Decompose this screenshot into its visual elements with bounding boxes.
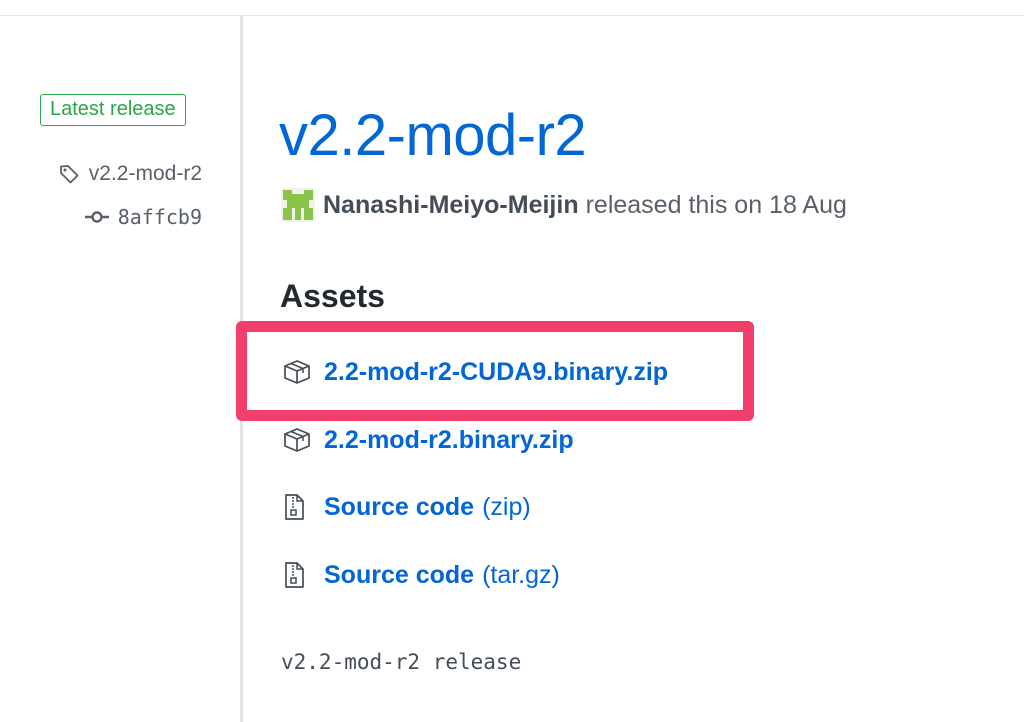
avatar[interactable] <box>281 188 315 222</box>
latest-release-badge: Latest release <box>40 94 186 126</box>
asset-download-link[interactable]: 2.2-mod-r2.binary.zip <box>324 426 574 455</box>
tag-icon <box>59 165 79 184</box>
commit-sha: 8affcb9 <box>117 205 202 229</box>
file-zip-icon <box>285 562 304 588</box>
release-date-text: released this on 18 Aug <box>585 190 847 219</box>
source-code-targz-link[interactable]: Source code <box>324 561 474 590</box>
tag-link[interactable]: v2.2-mod-r2 <box>58 162 202 186</box>
commit-link[interactable]: 8affcb9 <box>84 205 202 229</box>
source-code-zip-link[interactable]: Source code <box>324 493 474 522</box>
release-byline: Nanashi-Meiyo-Meijin released this on 18… <box>281 187 847 223</box>
asset-item[interactable]: 2.2-mod-r2.binary.zip <box>282 422 574 458</box>
tag-name: v2.2-mod-r2 <box>88 162 202 185</box>
release-page: Latest release v2.2-mod-r2 8affcb9 v2.2-… <box>0 0 1024 722</box>
source-code-zip-format[interactable]: (zip) <box>482 493 531 522</box>
release-notes: v2.2-mod-r2 release <box>281 650 522 674</box>
top-border <box>0 15 1024 16</box>
commit-icon <box>84 211 109 223</box>
release-title[interactable]: v2.2-mod-r2 <box>279 100 587 172</box>
asset-item[interactable]: Source code (tar.gz) <box>282 557 560 593</box>
author-link[interactable]: Nanashi-Meiyo-Meijin <box>323 191 579 220</box>
source-code-targz-format[interactable]: (tar.gz) <box>482 561 560 590</box>
highlight-annotation <box>236 321 754 421</box>
file-zip-icon <box>285 494 304 520</box>
asset-item[interactable]: Source code (zip) <box>282 489 531 525</box>
assets-heading: Assets <box>280 278 385 314</box>
package-icon <box>284 428 310 452</box>
